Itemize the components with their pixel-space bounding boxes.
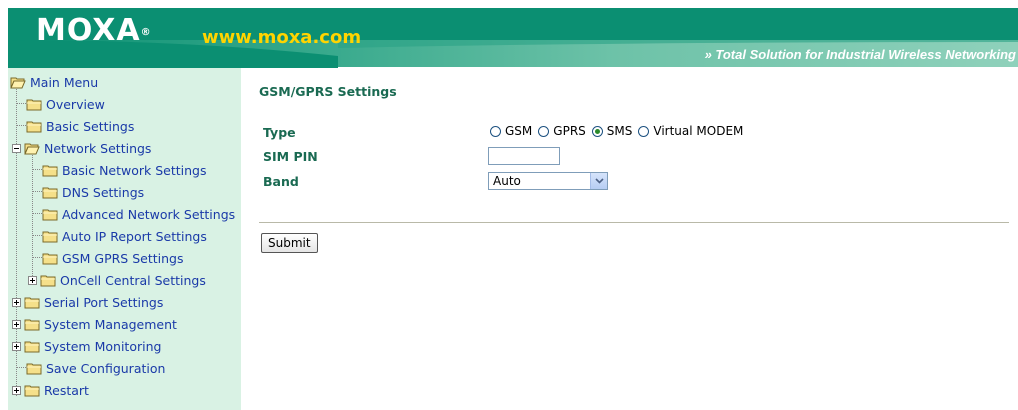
menu-label: GSM GPRS Settings: [62, 250, 184, 266]
type-option-gprs[interactable]: GPRS: [538, 124, 586, 138]
menu-label: Basic Network Settings: [62, 162, 207, 178]
expand-icon[interactable]: [12, 319, 21, 329]
moxa-logo: MOXA®: [36, 13, 152, 48]
expand-icon[interactable]: [28, 275, 37, 285]
menu-label: Save Configuration: [46, 360, 166, 376]
menu-system-management[interactable]: System Management: [12, 314, 177, 334]
radio-label: SMS: [606, 124, 633, 138]
tree-line: [16, 103, 26, 104]
folder-icon: [24, 296, 40, 309]
menu-label: Auto IP Report Settings: [62, 228, 207, 244]
menu-dns-settings[interactable]: DNS Settings: [42, 182, 144, 202]
expand-icon[interactable]: [12, 297, 21, 307]
submit-button[interactable]: Submit: [261, 233, 318, 253]
menu-label: Main Menu: [30, 74, 99, 90]
menu-label: Basic Settings: [46, 118, 135, 134]
type-option-gsm[interactable]: GSM: [490, 124, 532, 138]
type-option-virtual-modem[interactable]: Virtual MODEM: [638, 124, 743, 138]
tree-line: [32, 152, 33, 280]
collapse-icon[interactable]: [12, 143, 21, 153]
page-title: GSM/GPRS Settings: [259, 84, 397, 99]
folder-icon: [24, 318, 40, 331]
type-label: Type: [263, 125, 296, 140]
radio-label: GSM: [505, 124, 533, 138]
radio-button[interactable]: [490, 125, 501, 137]
expand-icon[interactable]: [12, 341, 21, 351]
main-content: GSM/GPRS Settings Type GSM GPRS SMS Virt…: [241, 68, 1018, 410]
menu-gsm-gprs-settings[interactable]: GSM GPRS Settings: [42, 248, 183, 268]
radio-button[interactable]: [638, 125, 650, 137]
menu-advanced-network-settings[interactable]: Advanced Network Settings: [42, 204, 235, 224]
open-folder-icon: [24, 142, 40, 155]
menu-serial-port-settings[interactable]: Serial Port Settings: [12, 292, 163, 312]
menu-label: DNS Settings: [62, 184, 145, 200]
folder-icon: [26, 120, 42, 133]
menu-network-settings[interactable]: Network Settings: [12, 138, 151, 158]
folder-icon: [42, 186, 58, 199]
moxa-url: www.moxa.com: [202, 27, 362, 48]
menu-basic-settings[interactable]: Basic Settings: [26, 116, 134, 136]
band-label: Band: [263, 174, 299, 189]
menu-label: Restart: [44, 382, 89, 398]
tree-line: [32, 169, 42, 170]
band-select-value: Auto: [493, 174, 521, 188]
tree-line: [32, 213, 42, 214]
folder-icon: [42, 230, 58, 243]
menu-save-configuration[interactable]: Save Configuration: [26, 358, 165, 378]
type-radio-group: GSM GPRS SMS Virtual MODEM: [490, 124, 749, 138]
folder-icon: [40, 274, 56, 287]
menu-label: Network Settings: [44, 140, 152, 156]
menu-system-monitoring[interactable]: System Monitoring: [12, 336, 161, 356]
radio-button[interactable]: [538, 125, 550, 137]
form-divider: [259, 222, 1009, 224]
folder-icon: [42, 164, 58, 177]
type-option-sms[interactable]: SMS: [591, 124, 633, 138]
menu-main-menu[interactable]: Main Menu: [10, 72, 98, 92]
menu-label: Serial Port Settings: [44, 294, 164, 310]
sim-pin-label: SIM PIN: [263, 149, 318, 164]
radio-button-selected[interactable]: [591, 125, 603, 137]
chevron-down-icon[interactable]: [590, 173, 607, 189]
header-tagline: » Total Solution for Industrial Wireless…: [704, 47, 1016, 62]
radio-label: Virtual MODEM: [653, 124, 744, 138]
header-banner: MOXA® www.moxa.com » Total Solution for …: [0, 0, 1018, 68]
folder-icon: [26, 362, 42, 375]
expand-icon[interactable]: [12, 385, 21, 395]
menu-restart[interactable]: Restart: [12, 380, 89, 400]
menu-label: System Monitoring: [44, 338, 162, 354]
folder-icon: [42, 252, 58, 265]
menu-oncell-central-settings[interactable]: OnCell Central Settings: [28, 270, 206, 290]
menu-label: System Management: [44, 316, 177, 332]
sim-pin-input[interactable]: [488, 147, 560, 165]
radio-label: GPRS: [553, 124, 586, 138]
menu-overview[interactable]: Overview: [26, 94, 105, 114]
folder-icon: [24, 384, 40, 397]
menu-basic-network-settings[interactable]: Basic Network Settings: [42, 160, 207, 180]
open-folder-icon: [10, 76, 26, 89]
tree-line: [32, 191, 42, 192]
menu-auto-ip-report-settings[interactable]: Auto IP Report Settings: [42, 226, 207, 246]
menu-label: Advanced Network Settings: [62, 206, 236, 222]
menu-label: Overview: [46, 96, 105, 112]
sidebar-menu: Main Menu Overview Basic Settings Networ…: [8, 68, 241, 410]
band-select[interactable]: Auto: [488, 172, 608, 190]
folder-icon: [24, 340, 40, 353]
tree-line: [16, 367, 26, 368]
folder-icon: [42, 208, 58, 221]
tree-line: [32, 235, 42, 236]
tree-line: [32, 257, 42, 258]
tree-line: [16, 125, 26, 126]
menu-label: OnCell Central Settings: [60, 272, 206, 288]
folder-icon: [26, 98, 42, 111]
